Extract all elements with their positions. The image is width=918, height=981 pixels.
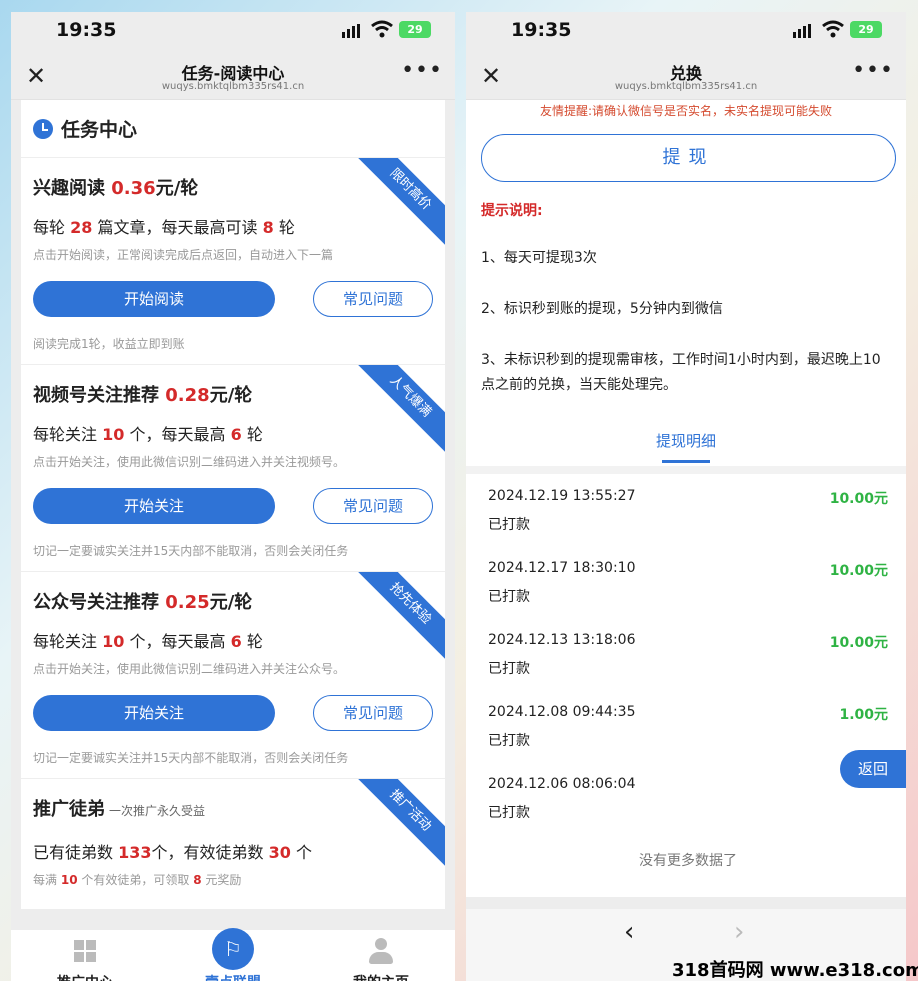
tab-withdraw-detail[interactable]: 提现明细 [466,430,906,466]
windows-icon [74,940,96,962]
record-date: 2024.12.06 08:06:04 [488,776,636,792]
start-follow-button[interactable]: 开始关注 [33,488,275,524]
signal-icon [793,24,811,38]
right-phone-screen: 19:35 29 ✕ 兑换 wuqys.bmktqlbm335rs41.cn •… [466,12,906,981]
task-card-account-follow: 抢先体验 公众号关注推荐 0.25元/轮 每轮关注 10 个，每天最高 6 轮 … [21,572,445,779]
task-title: 视频号关注推荐 0.28元/轮 [33,385,253,406]
task-note: 阅读完成1轮，收益立即到账 [33,337,185,351]
record-date: 2024.12.17 18:30:10 [488,560,636,576]
task-description: 点击开始关注，使用此微信识别二维码进入并关注视频号。 [33,455,346,469]
chevron-right-icon[interactable]: › [734,917,744,947]
record-amount: 10.00元 [829,635,888,651]
tip-item: 3、未标识秒到的提现需审核，工作时间1小时内到，最迟晚上10点之前的兑换，当天能… [481,352,881,393]
tab-my-home[interactable]: 我的主页 [307,930,455,981]
faq-button[interactable]: 常见问题 [313,695,433,731]
wifi-icon [371,20,393,38]
record-status: 已打款 [488,661,530,677]
record-date: 2024.12.19 13:55:27 [488,488,636,504]
faq-button[interactable]: 常见问题 [313,488,433,524]
tip-item: 1、每天可提现3次 [481,250,597,266]
wifi-icon [822,20,844,38]
battery-icon: 29 [399,21,431,38]
promo-title: 推广徒弟 一次推广永久受益 [33,799,206,820]
task-description: 点击开始阅读，正常阅读完成后点返回，自动进入下一篇 [33,248,334,262]
withdraw-record-list: 2024.12.19 13:55:27 10.00元 已打款 2024.12.1… [466,466,906,870]
tab-label: 推广中心 [11,972,159,981]
nav-bar: ✕ 任务-阅读中心 wuqys.bmktqlbm335rs41.cn ••• [11,52,455,100]
warning-text: 友情提醒:请确认微信号是否实名，未实名提现可能失败 [539,104,833,118]
task-card-reading: 限时高价 兴趣阅读 0.36元/轮 每轮 28 篇文章，每天最高可读 8 轮 点… [21,158,445,365]
back-button[interactable]: 返回 [840,750,906,788]
task-card-video-follow: 人气爆满 视频号关注推荐 0.28元/轮 每轮关注 10 个，每天最高 6 轮 … [21,365,445,572]
list-item: 2024.12.19 13:55:27 10.00元 已打款 [488,488,888,560]
task-note: 切记一定要诚实关注并15天内部不能取消，否则会关闭任务 [33,544,349,558]
status-bar: 19:35 29 [11,12,455,52]
start-follow-button[interactable]: 开始关注 [33,695,275,731]
task-title: 公众号关注推荐 0.25元/轮 [33,592,253,613]
record-amount: 1.00元 [839,707,888,723]
list-item: 2024.12.06 08:06:04 已打款 [488,776,888,848]
tab-underline [662,460,710,463]
record-status: 已打款 [488,733,530,749]
no-more-data: 没有更多数据了 [639,853,737,869]
battery-icon: 29 [850,21,882,38]
promo-card: 推广活动 推广徒弟 一次推广永久受益 已有徒弟数 133个，有效徒弟数 30 个 … [21,779,445,909]
flag-icon: ⚐ [212,928,254,970]
more-icon[interactable]: ••• [852,58,894,83]
promo-description: 每满 10 个有效徒弟，可领取 8 元奖励 [33,873,242,887]
task-note: 切记一定要诚实关注并15天内部不能取消，否则会关闭任务 [33,751,349,765]
record-status: 已打款 [488,589,530,605]
tab-label: 我的主页 [307,972,455,981]
tab-label: 提现明细 [655,432,716,450]
clock-icon [33,118,53,139]
task-quota: 每轮 28 篇文章，每天最高可读 8 轮 [33,218,295,237]
record-status: 已打款 [488,517,530,533]
record-amount: 10.00元 [829,491,888,507]
tab-alliance[interactable]: ⚐ 壹点联盟 [159,928,307,981]
record-date: 2024.12.13 13:18:06 [488,632,636,648]
tab-label: 壹点联盟 [159,972,307,981]
tip-title: 提示说明: [481,203,543,219]
watermark: 318首码网 www.e318.com [672,960,918,981]
record-status: 已打款 [488,805,530,821]
more-icon[interactable]: ••• [401,58,443,83]
task-price: 0.36 [111,178,156,199]
withdraw-content: 友情提醒:请确认微信号是否实名，未实名提现可能失败 提现 提示说明: 1、每天可… [466,100,906,897]
withdraw-button[interactable]: 提现 [481,134,896,182]
bottom-tab-bar: 推广中心 ⚐ 壹点联盟 我的主页 [11,928,455,981]
tab-promo-center[interactable]: 推广中心 [11,930,159,981]
task-price: 0.28 [165,385,210,406]
list-item: 2024.12.17 18:30:10 10.00元 已打款 [488,560,888,632]
start-reading-button[interactable]: 开始阅读 [33,281,275,317]
record-date: 2024.12.08 09:44:35 [488,704,636,720]
promo-stats: 已有徒弟数 133个，有效徒弟数 30 个 [33,843,312,862]
task-quota: 每轮关注 10 个，每天最高 6 轮 [33,425,263,444]
page-url: wuqys.bmktqlbm335rs41.cn [614,81,758,92]
task-center-content: 任务中心 限时高价 兴趣阅读 0.36元/轮 每轮 28 篇文章，每天最高可读 … [21,100,445,909]
task-quota: 每轮关注 10 个，每天最高 6 轮 [33,632,263,651]
nav-bar: ✕ 兑换 wuqys.bmktqlbm335rs41.cn ••• [466,52,906,100]
user-icon [368,938,394,966]
task-description: 点击开始关注，使用此微信识别二维码进入并关注公众号。 [33,662,346,676]
record-amount: 10.00元 [829,563,888,579]
faq-button[interactable]: 常见问题 [313,281,433,317]
page-url: wuqys.bmktqlbm335rs41.cn [161,81,305,92]
list-item: 2024.12.08 09:44:35 1.00元 已打款 [488,704,888,776]
task-price: 0.25 [165,592,210,613]
signal-icon [342,24,360,38]
section-title: 任务中心 [61,119,138,141]
tip-item: 2、标识秒到账的提现，5分钟内到微信 [481,301,723,317]
status-bar: 19:35 29 [466,12,906,52]
list-item: 2024.12.13 13:18:06 10.00元 已打款 [488,632,888,704]
left-phone-screen: 19:35 29 ✕ 任务-阅读中心 wuqys.bmktqlbm335rs41… [11,12,455,981]
status-time: 19:35 [511,19,572,41]
section-header: 任务中心 [21,100,445,158]
chevron-left-icon[interactable]: ‹ [624,917,634,947]
status-time: 19:35 [56,19,117,41]
task-title: 兴趣阅读 0.36元/轮 [33,178,199,199]
